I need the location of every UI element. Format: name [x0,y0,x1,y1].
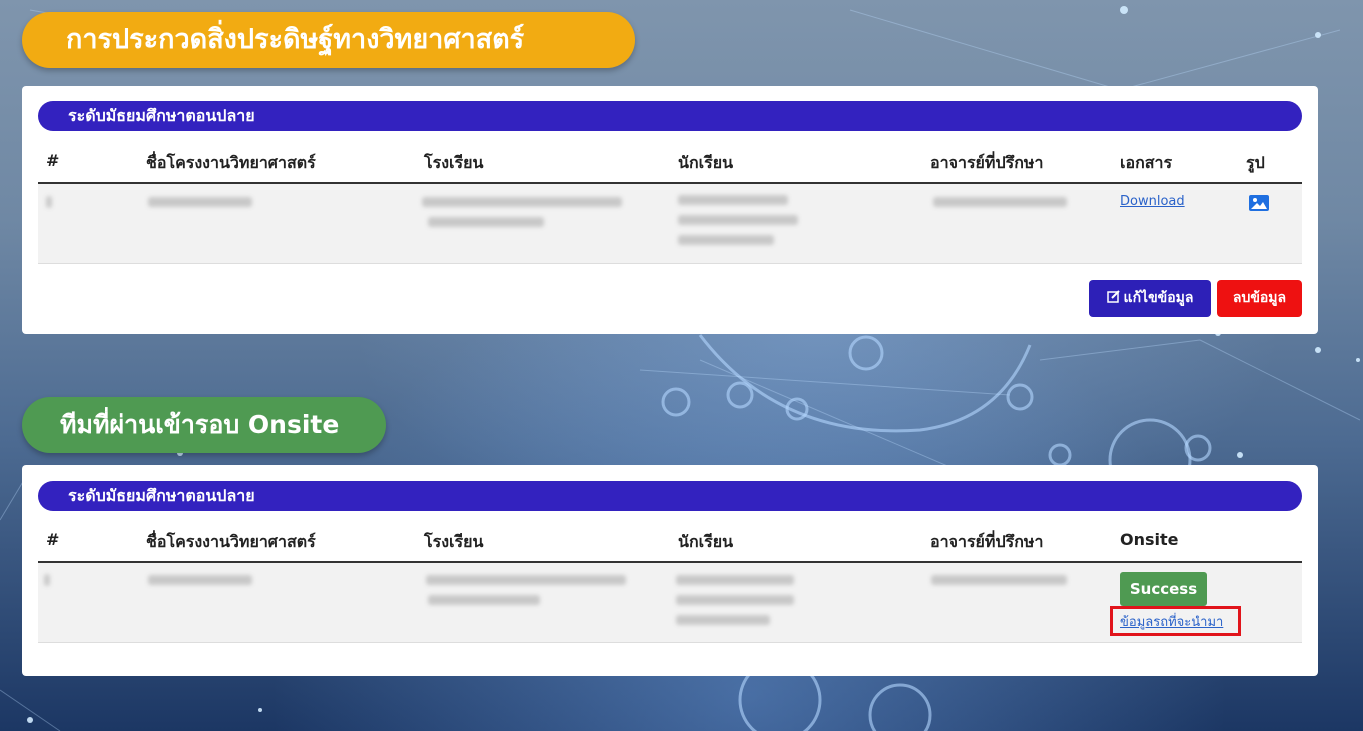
blurred-student [678,235,774,245]
column-header-school: โรงเรียน [424,153,484,172]
blurred-advisor [931,575,1067,585]
edit-icon [1106,290,1120,303]
blurred-advisor [933,197,1067,207]
column-header-advisor: อาจารย์ที่ปรึกษา [930,153,1044,172]
section-title-onsite-teams: ทีมที่ผ่านเข้ารอบ Onsite [22,397,386,453]
blurred-school [428,217,544,227]
level-label-bar: ระดับมัธยมศึกษาตอนปลาย [38,481,1302,511]
column-header-documents: เอกสาร [1120,153,1173,172]
section-title-invention-contest: การประกวดสิ่งประดิษฐ์ทางวิทยาศาสตร์ [22,12,635,68]
blurred-index [46,196,52,208]
blurred-index [44,574,50,586]
column-header-school: โรงเรียน [424,532,484,551]
blurred-school [426,575,626,585]
download-link[interactable]: Download [1120,194,1185,209]
blurred-student [678,215,798,225]
column-header-index: # [46,530,60,549]
onsite-status-success[interactable]: Success [1120,572,1207,606]
blurred-student [676,615,770,625]
delete-data-button[interactable]: ลบข้อมูล [1217,280,1302,317]
column-header-students: นักเรียน [678,153,733,172]
onsite-teams-card: ระดับมัธยมศึกษาตอนปลาย # ชื่อโครงงานวิทย… [22,465,1318,676]
image-icon[interactable] [1249,195,1269,211]
blurred-student [678,195,788,205]
vehicle-info-link[interactable]: ข้อมูลรถที่จะนำมา [1120,611,1223,632]
column-header-onsite: Onsite [1120,530,1179,549]
blurred-school [428,595,540,605]
column-header-project-name: ชื่อโครงงานวิทยาศาสตร์ [146,153,316,172]
column-header-students: นักเรียน [678,532,733,551]
blurred-student [676,595,794,605]
level-label-bar: ระดับมัธยมศึกษาตอนปลาย [38,101,1302,131]
table-row: Download [38,184,1302,264]
column-header-project-name: ชื่อโครงงานวิทยาศาสตร์ [146,532,316,551]
edit-button-label: แก้ไขข้อมูล [1123,290,1194,306]
blurred-student [676,575,794,585]
blurred-project-name [148,575,252,585]
blurred-school [422,197,622,207]
invention-contest-card: ระดับมัธยมศึกษาตอนปลาย # ชื่อโครงงานวิทย… [22,86,1318,334]
column-header-index: # [46,151,60,170]
column-header-advisor: อาจารย์ที่ปรึกษา [930,532,1044,551]
column-header-image: รูป [1246,153,1265,172]
blurred-project-name [148,197,252,207]
edit-data-button[interactable]: แก้ไขข้อมูล [1089,280,1211,317]
